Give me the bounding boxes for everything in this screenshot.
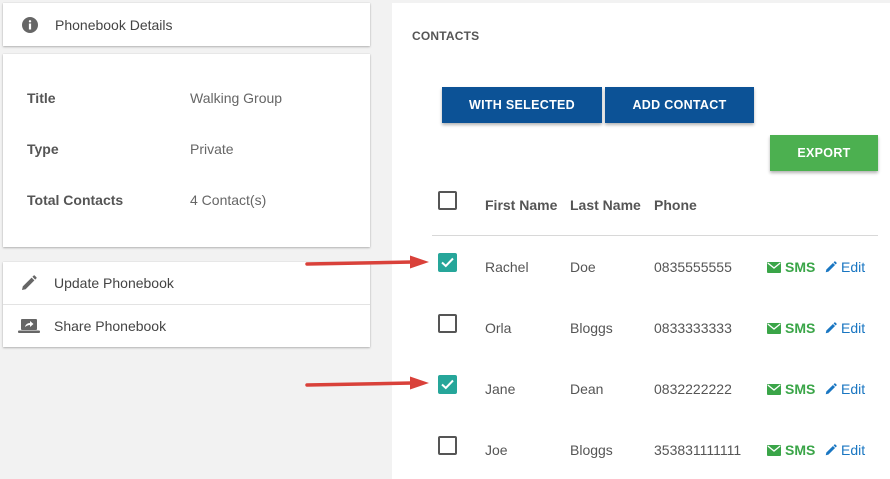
detail-row-type: Type Private xyxy=(27,141,234,157)
envelope-icon xyxy=(767,261,781,273)
export-button[interactable]: EXPORT xyxy=(770,135,878,171)
edit-link[interactable]: Edit xyxy=(825,442,865,458)
share-phonebook-label: Share Phonebook xyxy=(54,318,167,334)
column-header-last-name: Last Name xyxy=(570,197,641,213)
column-header-phone: Phone xyxy=(654,197,697,213)
detail-label: Total Contacts xyxy=(27,192,124,208)
detail-row-total-contacts: Total Contacts 4 Contact(s) xyxy=(27,192,266,208)
sms-link[interactable]: SMS xyxy=(767,320,815,336)
detail-value: 4 Contact(s) xyxy=(190,192,267,208)
select-all-checkbox[interactable] xyxy=(438,191,457,210)
envelope-icon xyxy=(767,444,781,456)
detail-label: Title xyxy=(27,90,56,106)
with-selected-button[interactable]: WITH SELECTED xyxy=(442,87,602,123)
row-checkbox[interactable] xyxy=(438,436,457,455)
first-name-cell: Orla xyxy=(485,320,512,336)
detail-value: Walking Group xyxy=(190,90,283,106)
column-header-first-name: First Name xyxy=(485,197,558,213)
phonebook-actions: Update Phonebook Share Phonebook xyxy=(3,262,370,347)
sms-label: SMS xyxy=(785,259,816,275)
sms-label: SMS xyxy=(785,320,816,336)
phone-cell: 0833333333 xyxy=(654,320,732,336)
pencil-icon xyxy=(825,444,837,456)
contacts-panel: CONTACTS WITH SELECTED ADD CONTACT EXPOR… xyxy=(392,3,890,479)
sms-link[interactable]: SMS xyxy=(767,381,815,397)
edit-label: Edit xyxy=(841,259,866,275)
edit-link[interactable]: Edit xyxy=(825,320,865,336)
edit-label: Edit xyxy=(841,381,866,397)
envelope-icon xyxy=(767,383,781,395)
contacts-title: CONTACTS xyxy=(412,29,480,43)
sms-link[interactable]: SMS xyxy=(767,259,815,275)
annotation-arrow xyxy=(305,255,429,269)
detail-value: Private xyxy=(190,141,234,157)
phone-cell: 353831111111 xyxy=(654,442,742,458)
phonebook-details-card: Title Walking Group Type Private Total C… xyxy=(3,54,370,247)
last-name-cell: Doe xyxy=(570,259,596,275)
phone-cell: 0832222222 xyxy=(654,381,732,397)
detail-label: Type xyxy=(27,141,59,157)
share-phonebook-button[interactable]: Share Phonebook xyxy=(3,304,370,347)
first-name-cell: Rachel xyxy=(485,259,529,275)
edit-link[interactable]: Edit xyxy=(825,381,865,397)
laptop-share-icon xyxy=(18,315,40,337)
row-checkbox-checked[interactable] xyxy=(438,253,457,272)
row-checkbox[interactable] xyxy=(438,314,457,333)
sms-label: SMS xyxy=(785,381,816,397)
edit-link[interactable]: Edit xyxy=(825,259,865,275)
phone-cell: 0835555555 xyxy=(654,259,732,275)
table-divider xyxy=(432,235,878,236)
first-name-cell: Jane xyxy=(485,381,516,397)
info-icon xyxy=(22,16,38,33)
update-phonebook-label: Update Phonebook xyxy=(54,275,174,291)
first-name-cell: Joe xyxy=(485,442,508,458)
phonebook-details-header: Phonebook Details xyxy=(3,3,370,46)
annotation-arrow xyxy=(305,376,429,390)
phonebook-details-title: Phonebook Details xyxy=(55,16,173,33)
sms-label: SMS xyxy=(785,442,816,458)
detail-row-title: Title Walking Group xyxy=(27,90,282,106)
pencil-icon xyxy=(825,322,837,334)
last-name-cell: Bloggs xyxy=(570,320,613,336)
pencil-icon xyxy=(825,383,837,395)
sms-link[interactable]: SMS xyxy=(767,442,815,458)
add-contact-button[interactable]: ADD CONTACT xyxy=(605,87,754,123)
envelope-icon xyxy=(767,322,781,334)
edit-label: Edit xyxy=(841,442,866,458)
last-name-cell: Dean xyxy=(570,381,604,397)
edit-label: Edit xyxy=(841,320,866,336)
pencil-icon xyxy=(18,272,40,294)
last-name-cell: Bloggs xyxy=(570,442,613,458)
row-checkbox-checked[interactable] xyxy=(438,375,457,394)
pencil-icon xyxy=(825,261,837,273)
